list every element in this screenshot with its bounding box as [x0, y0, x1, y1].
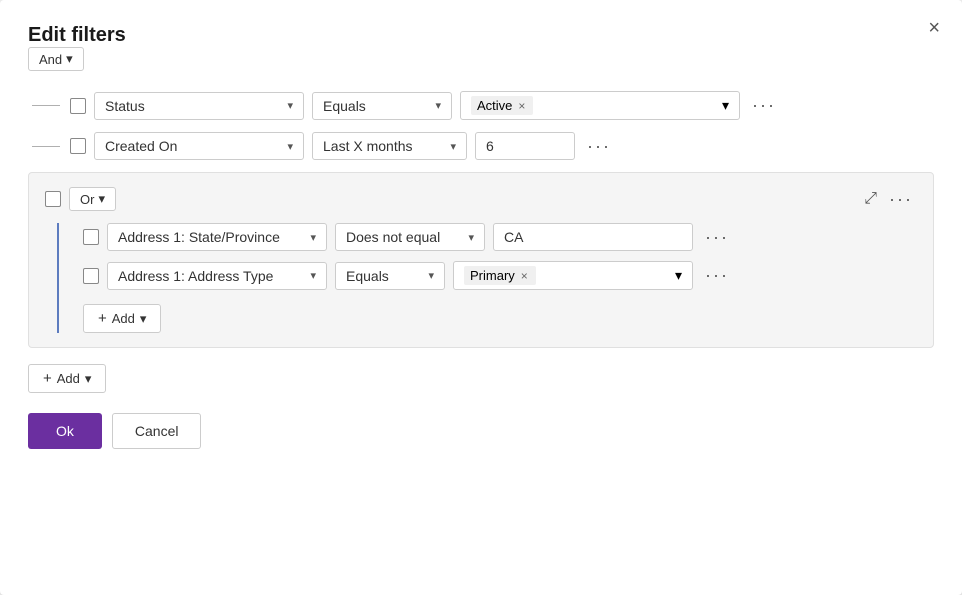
row2-operator-label: Last X months	[323, 138, 413, 154]
row1-tag-inner: Active ×	[471, 96, 533, 115]
connector-line-2	[32, 146, 60, 147]
or-row2-checkbox[interactable]	[83, 268, 99, 284]
or-add-label: Add	[112, 311, 135, 326]
bottom-add-label: Add	[57, 371, 80, 386]
or-group-actions: ⤢ ···	[864, 189, 917, 210]
row1-value-chevron-icon: ▾	[722, 97, 729, 114]
footer: Ok Cancel	[28, 413, 934, 449]
or-row-2: Address 1: Address Type ▾ Equals ▾ Prima…	[83, 261, 917, 290]
or-group-button[interactable]: Or ▾	[69, 187, 116, 211]
and-group-button[interactable]: And ▾	[28, 47, 84, 71]
row2-operator-chevron-icon: ▾	[450, 140, 456, 153]
or-row1-field-dropdown[interactable]: Address 1: State/Province ▾	[107, 223, 327, 251]
row2-value-input[interactable]: 6	[475, 132, 575, 160]
and-label: And	[39, 52, 62, 67]
or-row1-more-button[interactable]: ···	[701, 227, 733, 248]
row1-chip-label: Active	[477, 98, 512, 113]
bottom-add-area: + Add ▾	[28, 360, 934, 393]
row1-field-dropdown[interactable]: Status ▾	[94, 92, 304, 120]
or-group-header: Or ▾ ⤢ ···	[45, 187, 917, 211]
filter-row-status: Status ▾ Equals ▾ Active × ▾ ···	[28, 91, 934, 120]
or-add-chevron-icon: ▾	[140, 311, 147, 327]
row1-operator-label: Equals	[323, 98, 366, 114]
row1-value-dropdown[interactable]: Active × ▾	[460, 91, 740, 120]
or-row1-field-label: Address 1: State/Province	[118, 229, 280, 245]
or-row1-operator-dropdown[interactable]: Does not equal ▾	[335, 223, 485, 251]
bottom-add-button[interactable]: + Add ▾	[28, 364, 106, 393]
or-row2-value-dropdown[interactable]: Primary × ▾	[453, 261, 693, 290]
or-row2-chip-remove-button[interactable]: ×	[519, 269, 530, 283]
row1-operator-chevron-icon: ▾	[435, 99, 441, 112]
edit-filters-dialog: Edit filters × And ▾ Status ▾ Equals ▾ A…	[0, 0, 962, 595]
or-row1-field-chevron-icon: ▾	[310, 231, 316, 244]
or-row2-tag-inner: Primary ×	[464, 266, 536, 285]
or-row2-chip-label: Primary	[470, 268, 515, 283]
bottom-add-plus-icon: +	[43, 370, 52, 387]
or-label: Or	[80, 192, 94, 207]
or-row1-checkbox[interactable]	[83, 229, 99, 245]
filter-row-createdon: Created On ▾ Last X months ▾ 6 ···	[28, 132, 934, 160]
row2-field-chevron-icon: ▾	[287, 140, 293, 153]
or-row1-operator-chevron-icon: ▾	[468, 231, 474, 244]
or-group-checkbox[interactable]	[45, 191, 61, 207]
or-row2-field-chevron-icon: ▾	[310, 269, 316, 282]
or-group-collapse-button[interactable]: ⤢	[864, 190, 877, 208]
row2-operator-dropdown[interactable]: Last X months ▾	[312, 132, 467, 160]
or-row2-operator-dropdown[interactable]: Equals ▾	[335, 262, 445, 290]
row1-operator-dropdown[interactable]: Equals ▾	[312, 92, 452, 120]
or-row2-field-dropdown[interactable]: Address 1: Address Type ▾	[107, 262, 327, 290]
or-row2-primary-chip: Primary ×	[464, 266, 536, 285]
or-row-1: Address 1: State/Province ▾ Does not equ…	[83, 223, 917, 251]
row1-chip-remove-button[interactable]: ×	[516, 99, 527, 113]
row1-more-button[interactable]: ···	[748, 95, 780, 116]
or-row1-value-input[interactable]: CA	[493, 223, 693, 251]
row2-checkbox[interactable]	[70, 138, 86, 154]
ok-button[interactable]: Ok	[28, 413, 102, 449]
or-add-plus-icon: +	[98, 310, 107, 327]
connector-line-1	[32, 105, 60, 106]
row1-checkbox[interactable]	[70, 98, 86, 114]
or-row2-more-button[interactable]: ···	[701, 265, 733, 286]
row2-more-button[interactable]: ···	[583, 136, 615, 157]
or-row2-operator-chevron-icon: ▾	[428, 269, 434, 282]
or-row2-field-label: Address 1: Address Type	[118, 268, 273, 284]
or-row2-value-chevron-icon: ▾	[675, 267, 682, 284]
row1-field-chevron-icon: ▾	[287, 99, 293, 112]
row2-field-label: Created On	[105, 138, 177, 154]
dialog-title: Edit filters	[28, 24, 126, 46]
cancel-button[interactable]: Cancel	[112, 413, 202, 449]
bottom-add-chevron-icon: ▾	[85, 371, 92, 387]
row1-field-label: Status	[105, 98, 145, 114]
or-chevron-icon: ▾	[98, 191, 105, 207]
or-row1-operator-label: Does not equal	[346, 229, 440, 245]
or-group-more-button[interactable]: ···	[885, 189, 917, 210]
and-chevron-icon: ▾	[66, 51, 73, 67]
close-button[interactable]: ×	[928, 18, 940, 38]
or-row2-operator-label: Equals	[346, 268, 389, 284]
row1-active-chip: Active ×	[471, 96, 533, 115]
or-group-add-button[interactable]: + Add ▾	[83, 304, 161, 333]
or-rows: Address 1: State/Province ▾ Does not equ…	[57, 223, 917, 333]
or-group: Or ▾ ⤢ ··· Address 1: State/Province ▾ D…	[28, 172, 934, 348]
row2-field-dropdown[interactable]: Created On ▾	[94, 132, 304, 160]
